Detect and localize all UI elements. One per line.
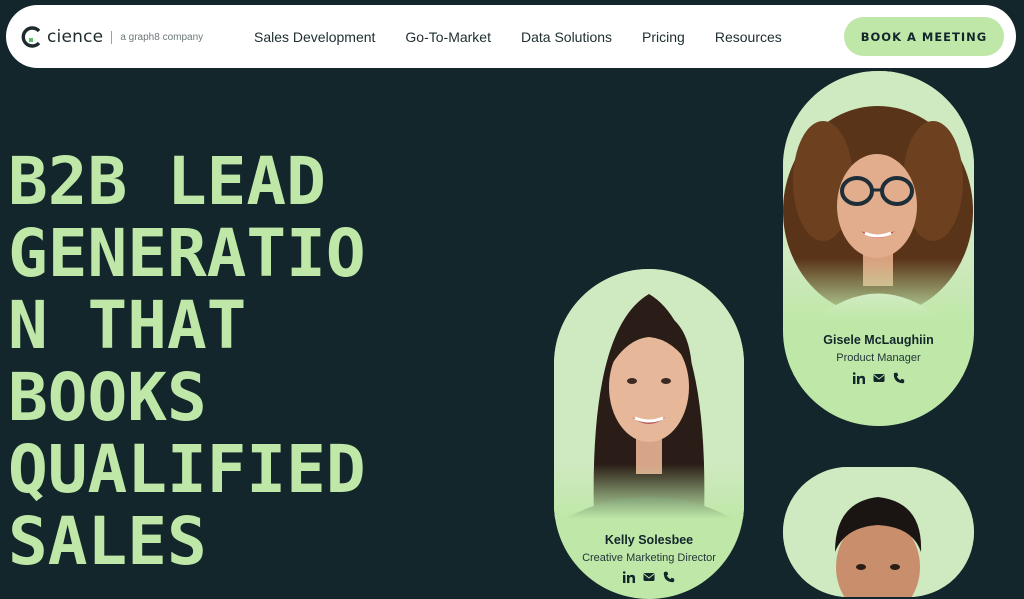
phone-icon[interactable]: [893, 372, 905, 384]
brand-divider: [111, 30, 113, 44]
headline-line: GENERATIO: [8, 215, 366, 292]
phone-icon[interactable]: [663, 571, 675, 583]
linkedin-icon[interactable]: [623, 571, 635, 583]
portrait-partial: [783, 467, 974, 597]
hero-headline: B2B LEAD GENERATIO N THAT BOOKS QUALIFIE…: [8, 146, 508, 578]
person-role: Product Manager: [836, 352, 921, 364]
brand-tagline: a graph8 company: [120, 31, 204, 43]
menu-item-sales-development[interactable]: Sales Development: [254, 29, 375, 45]
menu-item-data-solutions[interactable]: Data Solutions: [521, 29, 612, 45]
top-nav: cience a graph8 company Sales Developmen…: [6, 5, 1016, 68]
menu-item-pricing[interactable]: Pricing: [642, 29, 685, 45]
headline-line: BOOKS: [8, 359, 207, 436]
person-role: Creative Marketing Director: [582, 552, 716, 564]
social-links: [554, 571, 744, 583]
portrait-kelly: [554, 269, 744, 519]
linkedin-icon[interactable]: [852, 372, 865, 384]
headline-line: SALES: [8, 503, 207, 580]
person-card-gisele: Gisele McLaughiin Product Manager: [783, 71, 974, 426]
brand-name: cience: [47, 27, 104, 47]
headline-line: B2B LEAD: [8, 143, 326, 220]
headline-line: QUALIFIED: [8, 431, 366, 508]
book-meeting-button[interactable]: BOOK A MEETING: [844, 17, 1004, 56]
menu-item-go-to-market[interactable]: Go-To-Market: [405, 29, 491, 45]
menu-item-resources[interactable]: Resources: [715, 29, 782, 45]
main-menu: Sales Development Go-To-Market Data Solu…: [254, 29, 812, 45]
person-card-partial: [783, 467, 974, 597]
mail-icon[interactable]: [873, 372, 885, 384]
portrait-gisele: [783, 71, 974, 321]
headline-line: N THAT: [8, 287, 247, 364]
person-name: Gisele McLaughiin: [823, 333, 934, 347]
person-card-kelly: Kelly Solesbee Creative Marketing Direct…: [554, 269, 744, 599]
person-name: Kelly Solesbee: [604, 533, 694, 547]
mail-icon[interactable]: [643, 571, 655, 583]
cience-logo-icon: [21, 26, 41, 48]
social-links: [783, 372, 974, 384]
brand-logo[interactable]: cience a graph8 company: [20, 25, 203, 49]
